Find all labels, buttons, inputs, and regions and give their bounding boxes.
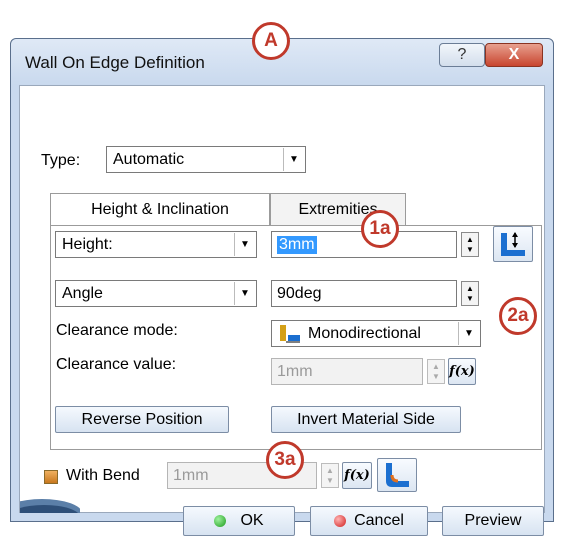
preview-button[interactable]: Preview: [442, 506, 544, 536]
help-icon: ?: [457, 46, 467, 63]
cancel-label: Cancel: [354, 512, 404, 529]
chevron-down-icon[interactable]: ▼: [234, 282, 255, 305]
bend-radius-value: 1mm: [173, 466, 209, 484]
with-bend-checkbox[interactable]: [44, 470, 58, 484]
clearance-mode-label: Clearance mode:: [56, 322, 178, 339]
decorative-swoosh: [20, 499, 80, 513]
reverse-position-button[interactable]: Reverse Position: [55, 406, 229, 433]
monodirectional-icon: [280, 324, 300, 342]
formula-icon: f(x): [449, 364, 475, 379]
clearance-formula-button[interactable]: f(x): [448, 358, 476, 385]
ok-led-icon: [214, 515, 227, 527]
type-label: Type:: [41, 152, 81, 169]
angle-value: 90deg: [277, 284, 322, 302]
callout-1a: 1a: [361, 210, 399, 248]
callout-label: 3a: [274, 449, 296, 470]
help-button[interactable]: ?: [439, 43, 485, 67]
angle-mode-value: Angle: [62, 284, 103, 302]
bend-formula-button[interactable]: f(x): [342, 462, 372, 489]
callout-a: A: [252, 22, 290, 60]
callout-label: 2a: [507, 305, 529, 326]
clearance-spinner[interactable]: ▲ ▼: [427, 359, 445, 384]
formula-icon: f(x): [344, 468, 370, 483]
close-button[interactable]: X: [485, 43, 543, 67]
window-title: Wall On Edge Definition: [25, 53, 205, 72]
chevron-down-icon[interactable]: ▼: [458, 322, 479, 345]
type-value: Automatic: [113, 150, 185, 168]
with-bend-label: With Bend: [66, 467, 140, 484]
callout-label: 1a: [369, 218, 391, 239]
clearance-value-input[interactable]: 1mm: [271, 358, 423, 385]
cancel-button[interactable]: Cancel: [310, 506, 428, 536]
tab-label: Height & Inclination: [91, 200, 229, 218]
clearance-value: 1mm: [277, 362, 313, 380]
height-reference-icon: [501, 232, 525, 256]
type-combo[interactable]: Automatic ▼: [106, 146, 306, 173]
ok-button[interactable]: OK: [183, 506, 295, 536]
invert-material-side-label: Invert Material Side: [297, 410, 435, 428]
callout-3a: 3a: [266, 441, 304, 479]
clearance-value-label: Clearance value:: [56, 356, 177, 373]
preview-label: Preview: [464, 512, 522, 529]
chevron-down-icon[interactable]: ▼: [283, 148, 304, 171]
ok-label: OK: [240, 512, 264, 529]
callout-2a: 2a: [499, 297, 537, 335]
clearance-mode-combo[interactable]: Monodirectional ▼: [271, 320, 481, 347]
callout-label: A: [264, 30, 278, 51]
close-icon: X: [508, 46, 520, 63]
height-reference-button[interactable]: [493, 226, 533, 262]
bend-radius-spinner[interactable]: ▲ ▼: [321, 463, 339, 488]
height-mode-value: Height:: [62, 235, 113, 253]
invert-material-side-button[interactable]: Invert Material Side: [271, 406, 461, 433]
chevron-down-icon[interactable]: ▼: [234, 233, 255, 256]
angle-mode-combo[interactable]: Angle ▼: [55, 280, 257, 307]
height-value: 3mm: [277, 235, 317, 254]
clearance-mode-value: Monodirectional: [308, 324, 421, 342]
angle-spinner[interactable]: ▲ ▼: [461, 281, 479, 306]
height-spinner[interactable]: ▲ ▼: [461, 232, 479, 257]
angle-input[interactable]: 90deg: [271, 280, 457, 307]
height-mode-combo[interactable]: Height: ▼: [55, 231, 257, 258]
bend-parameters-icon: [386, 463, 409, 487]
cancel-led-icon: [334, 515, 347, 527]
bend-parameters-button[interactable]: [377, 458, 417, 492]
reverse-position-label: Reverse Position: [81, 410, 203, 428]
tab-height-inclination[interactable]: Height & Inclination: [50, 193, 270, 225]
